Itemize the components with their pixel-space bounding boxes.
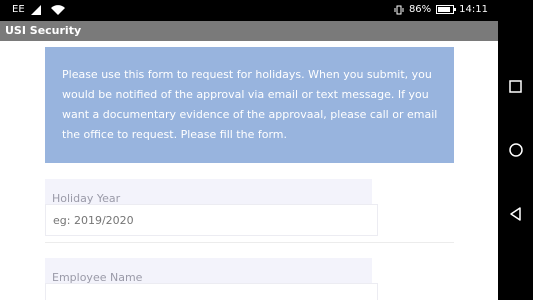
recents-square-icon[interactable] xyxy=(507,78,525,96)
form-content[interactable]: Please use this form to request for holi… xyxy=(0,41,498,300)
wifi-icon xyxy=(50,4,65,15)
section-divider xyxy=(45,242,454,243)
carrier-label: EE xyxy=(12,4,25,15)
android-nav-bar xyxy=(498,0,533,300)
employee-name-label-bar: Employee Name xyxy=(45,258,372,284)
status-left: EE xyxy=(12,4,65,15)
employee-name-input[interactable] xyxy=(45,283,378,300)
battery-percent: 86% xyxy=(408,4,432,15)
back-triangle-icon[interactable] xyxy=(507,205,525,223)
home-circle-icon[interactable] xyxy=(507,141,525,159)
vibrate-icon xyxy=(394,5,404,14)
signal-icon xyxy=(30,4,41,15)
status-bar: EE 86% 14:11 xyxy=(0,0,498,21)
app-title: USI Security xyxy=(5,24,82,37)
holiday-year-input[interactable] xyxy=(45,204,378,236)
app-title-bar: USI Security xyxy=(0,21,498,41)
info-box: Please use this form to request for holi… xyxy=(45,47,454,163)
battery-icon xyxy=(436,5,457,14)
holiday-year-label-bar: Holiday Year xyxy=(45,179,372,205)
status-right: 86% 14:11 xyxy=(394,4,488,15)
clock: 14:11 xyxy=(459,4,488,15)
info-text: Please use this form to request for holi… xyxy=(62,68,438,141)
